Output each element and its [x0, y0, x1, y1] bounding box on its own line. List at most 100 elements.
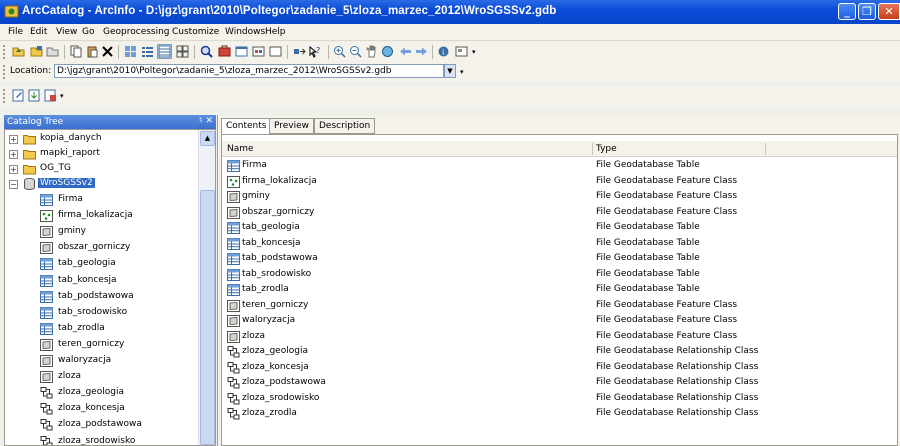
catalog-window-icon[interactable]	[269, 45, 282, 58]
export-metadata-icon[interactable]	[44, 89, 57, 102]
tree-label: OG_TG	[40, 163, 72, 173]
list-item[interactable]: tab_koncesja File Geodatabase Table	[222, 237, 897, 252]
create-thumbnail-icon[interactable]	[455, 45, 468, 58]
list-item[interactable]: tab_podstawowa File Geodatabase Table	[222, 252, 897, 267]
toolbar-grip[interactable]	[3, 45, 6, 59]
whats-this-icon[interactable]: ?	[308, 45, 321, 58]
toolbar-grip[interactable]	[3, 89, 6, 103]
item-type: File Geodatabase Relationship Class	[596, 392, 759, 403]
table-icon	[40, 258, 53, 270]
identify-icon[interactable]: i	[437, 45, 450, 58]
zoom-in-icon[interactable]	[333, 45, 346, 58]
list-item[interactable]: obszar_gorniczy File Geodatabase Feature …	[222, 206, 897, 221]
thumbnails-view-icon[interactable]	[176, 45, 189, 58]
expand-icon[interactable]: +	[9, 150, 18, 159]
item-type: File Geodatabase Table	[596, 237, 700, 248]
tree-label: mapki_raport	[40, 148, 100, 158]
toolbar-options-chevron-icon[interactable]: ▾	[472, 48, 476, 56]
close-button[interactable]: ✕	[878, 3, 900, 20]
table-icon	[227, 269, 240, 281]
contents-list[interactable]: Name Type Firma File Geodatabase Table fir…	[221, 134, 898, 446]
launch-arcmap-icon[interactable]	[293, 45, 306, 58]
edit-metadata-icon[interactable]	[12, 89, 25, 102]
up-one-level-icon[interactable]	[12, 45, 25, 58]
toolbar-options-chevron-icon[interactable]: ▾	[60, 92, 64, 100]
menu-geoprocessing[interactable]: Geoprocessing	[103, 27, 170, 37]
item-type: File Geodatabase Table	[596, 253, 700, 263]
menu-go[interactable]: Go	[82, 27, 94, 37]
menu-customize[interactable]: Customize	[172, 27, 219, 37]
table-icon	[227, 253, 240, 265]
copy-icon[interactable]	[70, 45, 83, 58]
list-item[interactable]: zloza_zrodla File Geodatabase Relationshi…	[222, 407, 897, 422]
arctoolbox-icon[interactable]	[218, 45, 231, 58]
list-item[interactable]: zloza_koncesja File Geodatabase Relations…	[222, 361, 897, 376]
list-item[interactable]: zloza_srodowisko File Geodatabase Relatio…	[222, 392, 897, 407]
large-icons-view-icon[interactable]	[124, 45, 137, 58]
disconnect-folder-icon[interactable]	[46, 45, 59, 58]
toolbar-grip[interactable]	[3, 65, 6, 79]
expand-icon[interactable]: +	[9, 165, 18, 174]
details-view-icon[interactable]	[157, 44, 172, 59]
expand-icon[interactable]: +	[9, 135, 18, 144]
menu-help[interactable]: Help	[265, 27, 286, 37]
tab-preview[interactable]: Preview	[269, 118, 315, 134]
list-item[interactable]: zloza_geologia File Geodatabase Relations…	[222, 345, 897, 360]
forward-icon[interactable]	[415, 45, 428, 58]
menu-edit[interactable]: Edit	[30, 27, 47, 37]
back-icon[interactable]	[399, 45, 412, 58]
tab-contents[interactable]: Contents	[221, 118, 272, 135]
tree-vertical-scrollbar[interactable]: ▲	[198, 130, 215, 445]
menu-file[interactable]: File	[8, 27, 23, 37]
tree-label: waloryzacja	[58, 355, 112, 365]
table-icon	[40, 275, 53, 287]
model-builder-icon[interactable]	[252, 45, 265, 58]
list-view-icon[interactable]	[141, 45, 154, 58]
list-item[interactable]: gminy File Geodatabase Feature Class	[222, 190, 897, 205]
delete-icon[interactable]	[101, 45, 114, 58]
minimize-button[interactable]: _	[838, 3, 856, 20]
list-item[interactable]: waloryzacja File Geodatabase Feature Clas…	[222, 314, 897, 329]
paste-icon[interactable]	[86, 45, 99, 58]
zoom-out-icon[interactable]	[349, 45, 362, 58]
search-icon[interactable]	[200, 45, 213, 58]
list-item[interactable]: zloza File Geodatabase Feature Class	[222, 330, 897, 345]
item-name: Firma	[242, 160, 267, 170]
column-type[interactable]: Type	[596, 144, 617, 154]
scroll-up-arrow-icon[interactable]: ▲	[200, 131, 215, 146]
maximize-button[interactable]: ❐	[858, 3, 876, 20]
title-bar[interactable]: ArcCatalog - ArcInfo - D:\jgz\grant\2010…	[0, 0, 900, 24]
list-item[interactable]: Firma File Geodatabase Table	[222, 159, 897, 174]
relationship-icon	[40, 387, 53, 399]
tree-label: firma_lokalizacja	[58, 210, 133, 221]
scroll-thumb[interactable]	[200, 190, 215, 445]
table-icon	[227, 284, 240, 296]
catalog-tree[interactable]: + kopia_danych + mapki_raport + OG_TG − …	[4, 129, 216, 446]
column-name[interactable]: Name	[227, 144, 254, 154]
python-window-icon[interactable]	[235, 45, 248, 58]
list-column-header: Name Type	[222, 141, 897, 157]
full-extent-icon[interactable]	[381, 45, 394, 58]
list-item[interactable]: tab_zrodla File Geodatabase Table	[222, 283, 897, 298]
list-item[interactable]: tab_geologia File Geodatabase Table	[222, 221, 897, 236]
tree-label-selected: WroSGSSv2	[38, 178, 95, 188]
toolbar-options-chevron-icon[interactable]: ▾	[460, 68, 464, 76]
connect-folder-icon[interactable]	[30, 45, 43, 58]
tab-description[interactable]: Description	[314, 118, 376, 134]
location-dropdown-button[interactable]: ▼	[444, 64, 456, 78]
catalog-tree-pin-close[interactable]: ♮ ✕	[199, 116, 213, 126]
list-item[interactable]: zloza_podstawowa File Geodatabase Relatio…	[222, 376, 897, 391]
relationship-icon	[227, 377, 240, 389]
import-metadata-icon[interactable]	[28, 89, 41, 102]
menu-windows[interactable]: Windows	[225, 27, 265, 37]
list-item[interactable]: teren_gorniczy File Geodatabase Feature C…	[222, 299, 897, 314]
list-item[interactable]: firma_lokalizacja File Geodatabase Featur…	[222, 175, 897, 190]
list-item[interactable]: tab_srodowisko File Geodatabase Table	[222, 268, 897, 283]
pan-icon[interactable]	[365, 45, 378, 58]
location-input[interactable]: D:\jgz\grant\2010\Poltegor\zadanie_5\zlo…	[54, 64, 444, 78]
menu-view[interactable]: View	[56, 27, 77, 37]
metadata-toolbar: ▾	[0, 86, 900, 106]
collapse-icon[interactable]: −	[9, 180, 18, 189]
item-type: File Geodatabase Feature Class	[596, 299, 738, 310]
item-type: File Geodatabase Feature Class	[596, 175, 738, 186]
